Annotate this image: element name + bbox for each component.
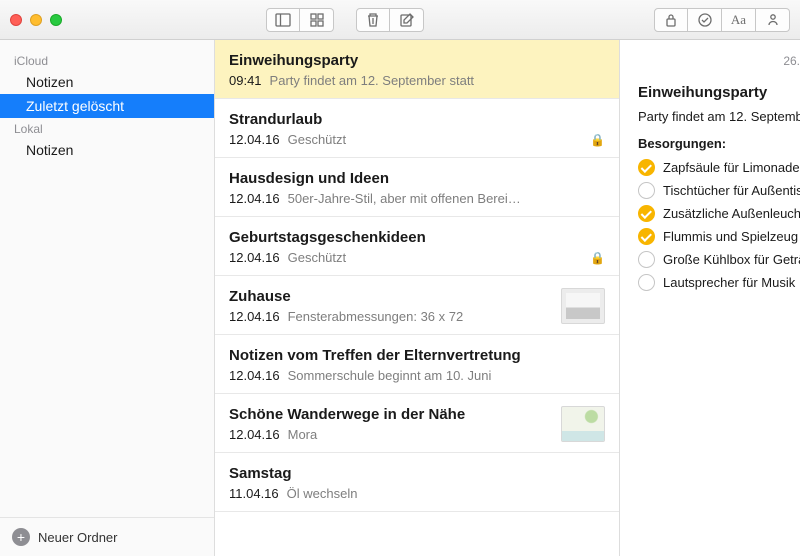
note-thumbnail: [561, 288, 605, 324]
note-item-date: 12.04.16: [229, 309, 280, 324]
note-item-date: 12.04.16: [229, 250, 280, 265]
panel-toggle-button[interactable]: [266, 8, 300, 32]
note-item-excerpt: 50er-Jahre-Stil, aber mit offenen Berei…: [288, 191, 605, 206]
checklist-item[interactable]: Große Kühlbox für Getränk: [638, 251, 800, 268]
share-button[interactable]: [756, 8, 790, 32]
checklist-item[interactable]: Tischtücher für Außentische: [638, 182, 800, 199]
note-item-excerpt: Geschützt: [288, 250, 582, 265]
note-item-title: Einweihungsparty: [229, 52, 605, 69]
note-editor[interactable]: 26. Einweihungsparty Party findet am 12.…: [620, 40, 800, 556]
sidebar-section-header: iCloud: [0, 50, 214, 70]
note-item-title: Zuhause: [229, 288, 553, 305]
note-list-item[interactable]: Schöne Wanderwege in der Nähe 12.04.16 Mor…: [215, 394, 619, 453]
note-item-excerpt: Sommerschule beginnt am 10. Juni: [288, 368, 605, 383]
checklist-label: Zapfsäule für Limonade: [663, 160, 800, 175]
note-item-excerpt: Fensterabmessungen: 36 x 72: [288, 309, 553, 324]
note-item-date: 12.04.16: [229, 191, 280, 206]
note-item-title: Geburtstagsgeschenkideen: [229, 229, 605, 246]
new-folder-label: Neuer Ordner: [38, 530, 117, 545]
section-header: Besorgungen:: [638, 136, 800, 151]
note-list-item[interactable]: Geburtstagsgeschenkideen 12.04.16 Geschütz…: [215, 217, 619, 276]
note-item-title: Strandurlaub: [229, 111, 605, 128]
note-item-date: 12.04.16: [229, 427, 280, 442]
checklist-checkbox[interactable]: [638, 228, 655, 245]
note-list-item[interactable]: Samstag 11.04.16 Öl wechseln: [215, 453, 619, 512]
note-item-title: Schöne Wanderwege in der Nähe: [229, 406, 553, 423]
window-minimize-button[interactable]: [30, 14, 42, 26]
note-list-item[interactable]: Einweihungsparty 09:41 Party findet am 12.…: [215, 40, 619, 99]
checklist-checkbox[interactable]: [638, 274, 655, 291]
toolbar-group-edit: [356, 8, 424, 32]
compose-button[interactable]: [390, 8, 424, 32]
checklist-item[interactable]: Zapfsäule für Limonade: [638, 159, 800, 176]
note-list-item[interactable]: Hausdesign und Ideen 12.04.16 50er-Jahre-S…: [215, 158, 619, 217]
note-body-line: Party findet am 12. September: [638, 109, 800, 124]
note-item-title: Samstag: [229, 465, 605, 482]
window-controls: [10, 14, 62, 26]
note-item-title: Notizen vom Treffen der Elternvertretung: [229, 347, 605, 364]
checklist-checkbox[interactable]: [638, 182, 655, 199]
note-item-excerpt: Geschützt: [288, 132, 582, 147]
checklist-label: Tischtücher für Außentische: [663, 183, 800, 198]
sidebar-item[interactable]: Notizen: [0, 138, 214, 162]
checklist-item[interactable]: Flummis und Spielzeug für: [638, 228, 800, 245]
sidebar-item[interactable]: Zuletzt gelöscht: [0, 94, 214, 118]
checklist-checkbox[interactable]: [638, 251, 655, 268]
note-list: Einweihungsparty 09:41 Party findet am 12.…: [215, 40, 620, 556]
note-item-excerpt: Öl wechseln: [287, 486, 605, 501]
note-item-excerpt: Mora: [288, 427, 553, 442]
sidebar-section-header: Lokal: [0, 118, 214, 138]
text-style-button[interactable]: Aa: [722, 8, 756, 32]
window-close-button[interactable]: [10, 14, 22, 26]
lock-button[interactable]: [654, 8, 688, 32]
checklist-button[interactable]: [688, 8, 722, 32]
note-list-item[interactable]: Notizen vom Treffen der Elternvertretung…: [215, 335, 619, 394]
note-item-date: 09:41: [229, 73, 262, 88]
toolbar-group-note: Aa: [654, 8, 790, 32]
grid-view-button[interactable]: [300, 8, 334, 32]
toolbar-group-view: [266, 8, 334, 32]
checklist-item[interactable]: Zusätzliche Außenleuchten: [638, 205, 800, 222]
note-item-date: 11.04.16: [229, 486, 279, 501]
checklist-checkbox[interactable]: [638, 205, 655, 222]
checklist-label: Zusätzliche Außenleuchten: [663, 206, 800, 221]
note-item-excerpt: Party findet am 12. September statt: [270, 73, 605, 88]
checklist-checkbox[interactable]: [638, 159, 655, 176]
new-folder-button[interactable]: + Neuer Ordner: [0, 517, 214, 556]
note-list-item[interactable]: Zuhause 12.04.16 Fensterabmessungen: 36 x …: [215, 276, 619, 335]
lock-icon: 🔒: [590, 251, 605, 265]
note-date: 26.: [638, 54, 800, 68]
note-thumbnail: [561, 406, 605, 442]
lock-icon: 🔒: [590, 133, 605, 147]
title-bar: Aa: [0, 0, 800, 40]
plus-icon: +: [12, 528, 30, 546]
note-list-item[interactable]: Strandurlaub 12.04.16 Geschützt 🔒: [215, 99, 619, 158]
checklist-item[interactable]: Lautsprecher für Musik: [638, 274, 800, 291]
note-item-date: 12.04.16: [229, 132, 280, 147]
checklist-label: Große Kühlbox für Getränk: [663, 252, 800, 267]
checklist-label: Flummis und Spielzeug für: [663, 229, 800, 244]
note-item-date: 12.04.16: [229, 368, 280, 383]
sidebar-item[interactable]: Notizen: [0, 70, 214, 94]
delete-button[interactable]: [356, 8, 390, 32]
window-zoom-button[interactable]: [50, 14, 62, 26]
note-title: Einweihungsparty: [638, 84, 800, 101]
checklist-label: Lautsprecher für Musik: [663, 275, 795, 290]
sidebar: iCloudNotizenZuletzt gelöschtLokalNotize…: [0, 40, 215, 556]
note-item-title: Hausdesign und Ideen: [229, 170, 605, 187]
